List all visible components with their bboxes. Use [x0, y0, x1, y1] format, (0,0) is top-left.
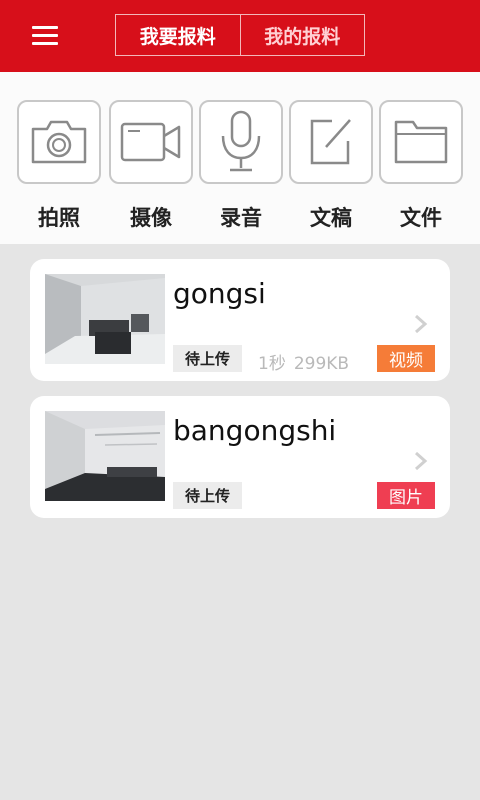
video-tool-label: 摄像 [130, 206, 172, 230]
file-tool-label: 文件 [400, 206, 442, 230]
item-meta: 1秒 299KB [258, 349, 349, 374]
menu-icon[interactable] [28, 22, 62, 50]
item-title: gongsi [173, 277, 266, 310]
report-tabs: 我要报料 我的报料 [115, 14, 365, 56]
edit-icon [310, 119, 351, 165]
tab-submit-report[interactable]: 我要报料 [116, 15, 240, 55]
camera-icon [31, 120, 87, 164]
photo-tool-label: 拍照 [38, 206, 80, 230]
draft-tool-button[interactable]: 文稿 [289, 100, 373, 232]
chevron-right-icon [415, 451, 428, 471]
upload-status-badge: 待上传 [173, 345, 242, 372]
video-camera-icon [120, 122, 181, 162]
folder-icon [394, 120, 448, 164]
item-size: 299KB [293, 354, 350, 374]
report-item-card[interactable]: gongsi 待上传 1秒 299KB 视频 [30, 259, 450, 381]
media-type-badge: 图片 [377, 482, 435, 509]
audio-tool-label: 录音 [220, 206, 262, 230]
media-tool-bar: 拍照 摄像 录音 文稿 文件 [0, 72, 480, 244]
thumbnail-image [45, 411, 165, 501]
report-item-card[interactable]: bangongshi 待上传 图片 [30, 396, 450, 518]
audio-tool-button[interactable]: 录音 [199, 100, 283, 232]
chevron-right-icon [415, 314, 428, 334]
thumbnail-image [45, 274, 165, 364]
file-tool-button[interactable]: 文件 [379, 100, 463, 232]
media-type-badge: 视频 [377, 345, 435, 372]
item-title: bangongshi [173, 414, 337, 447]
draft-tool-label: 文稿 [310, 206, 352, 230]
photo-tool-button[interactable]: 拍照 [17, 100, 101, 232]
upload-status-badge: 待上传 [173, 482, 242, 509]
item-duration: 1秒 [258, 354, 286, 374]
tab-my-reports[interactable]: 我的报料 [239, 15, 365, 55]
video-tool-button[interactable]: 摄像 [109, 100, 193, 232]
microphone-icon [221, 110, 261, 172]
top-bar: 我要报料 我的报料 [0, 0, 480, 72]
